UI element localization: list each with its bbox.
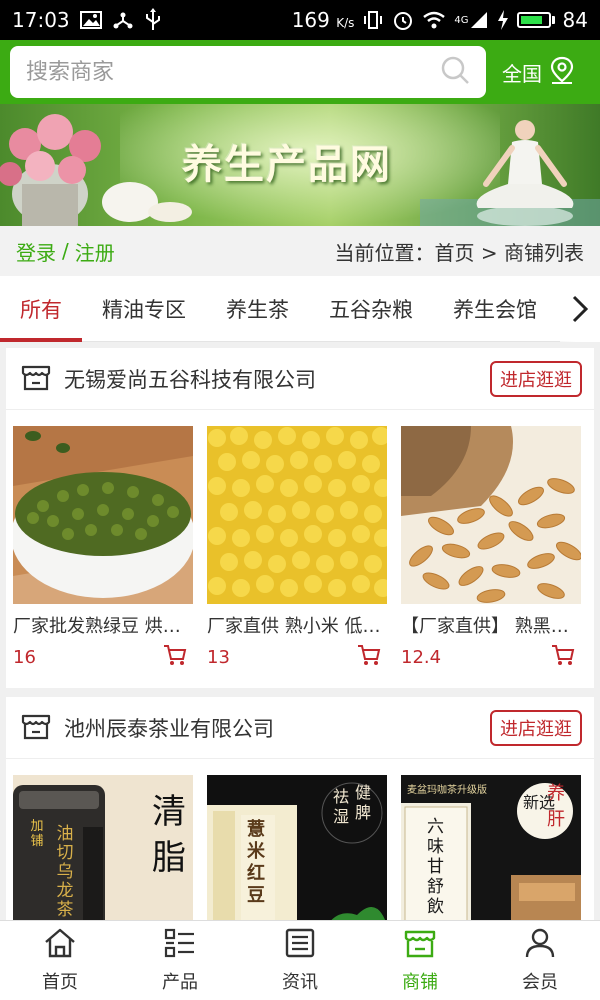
network-speed: 169 K/s xyxy=(291,8,355,32)
tea-slogan-text: 清脂 xyxy=(152,792,186,878)
nav-shops-label: 商铺 xyxy=(402,972,438,993)
login-separator: / xyxy=(62,239,69,263)
location-pin-icon xyxy=(548,55,576,90)
product-card[interactable]: 厂家批发熟绿豆 烘焙用绿豆 16 xyxy=(13,426,193,670)
status-time: 17:03 xyxy=(12,8,70,32)
share-icon xyxy=(112,9,134,31)
tab-all[interactable]: 所有 xyxy=(0,276,82,342)
product-card[interactable]: 【厂家直供】 熟黑燕麦 12.4 xyxy=(401,426,581,670)
nav-news[interactable]: 资讯 xyxy=(240,921,360,1000)
breadcrumb: 当前位置：首页 > 商铺列表 xyxy=(334,240,584,265)
product-card[interactable]: 清脂 加铺 油切乌龙茶 xyxy=(13,775,193,920)
image-icon xyxy=(79,10,102,30)
alarm-icon xyxy=(392,9,414,31)
product-image-oats[interactable] xyxy=(401,426,581,604)
shop-header[interactable]: 池州辰泰茶业有限公司 进店逛逛 xyxy=(6,697,594,759)
battery-icon xyxy=(516,12,555,28)
shop-icon xyxy=(20,710,52,746)
tea-package-text: 油切乌龙茶 xyxy=(56,824,74,920)
product-image-millet[interactable] xyxy=(207,426,387,604)
category-tabs: 所有 精油专区 养生茶 五谷杂粮 养生会馆 xyxy=(0,276,600,342)
shop-header[interactable]: 无锡爱尚五谷科技有限公司 进店逛逛 xyxy=(6,348,594,410)
shop-card: 无锡爱尚五谷科技有限公司 进店逛逛 厂家批发熟绿豆 烘焙用绿豆 xyxy=(6,348,594,688)
product-image-mung-beans[interactable] xyxy=(13,426,193,604)
enter-shop-button[interactable]: 进店逛逛 xyxy=(490,360,582,397)
tea-package-text: 六味甘舒飲 xyxy=(427,817,444,917)
nav-member-label: 会员 xyxy=(522,972,558,993)
product-name[interactable]: 厂家批发熟绿豆 烘焙用绿豆 xyxy=(13,612,193,638)
product-list: 清脂 加铺 油切乌龙茶 祛湿 健脾 薏米红豆 麦盆玛咖茶升级版 新选 养肝 六味… xyxy=(6,759,594,920)
product-name[interactable]: 厂家直供 熟小米 低温烘焙 xyxy=(207,612,387,638)
shop-name[interactable]: 无锡爱尚五谷科技有限公司 xyxy=(64,364,316,394)
list-icon xyxy=(163,927,197,964)
header: 全国 xyxy=(0,40,600,104)
cart-icon[interactable] xyxy=(163,644,187,670)
vibrate-icon xyxy=(362,9,384,31)
tab-essential-oil[interactable]: 精油专区 xyxy=(82,276,206,342)
shop-icon xyxy=(20,361,52,397)
tea-package-text: 薏米红豆 xyxy=(247,819,265,906)
product-card[interactable]: 祛湿 健脾 薏米红豆 xyxy=(207,775,387,920)
charging-icon xyxy=(497,10,509,30)
tab-health-club[interactable]: 养生会馆 xyxy=(433,276,557,342)
login-link[interactable]: 登录 xyxy=(16,237,56,266)
nav-products[interactable]: 产品 xyxy=(120,921,240,1000)
tea-benefit-text: 养肝 xyxy=(547,783,565,830)
battery-level: 84 xyxy=(562,8,588,32)
user-icon xyxy=(523,927,557,964)
status-bar: 17:03 169 K/s 4G 84 xyxy=(0,0,600,40)
enter-shop-button[interactable]: 进店逛逛 xyxy=(490,709,582,746)
cart-icon[interactable] xyxy=(551,644,575,670)
chevron-right-icon[interactable] xyxy=(560,276,600,342)
nav-member[interactable]: 会员 xyxy=(480,921,600,1000)
home-icon xyxy=(43,927,77,964)
shop-card: 池州辰泰茶业有限公司 进店逛逛 清脂 加铺 油切乌龙茶 祛湿 健脾 薏米红豆 麦… xyxy=(6,697,594,920)
nav-shops[interactable]: 商铺 xyxy=(360,921,480,1000)
product-list: 厂家批发熟绿豆 烘焙用绿豆 16 xyxy=(6,410,594,670)
search-icon[interactable] xyxy=(440,55,470,89)
product-name[interactable]: 【厂家直供】 熟黑燕麦 xyxy=(401,612,581,638)
register-link[interactable]: 注册 xyxy=(75,237,115,266)
product-image-liver-tea[interactable]: 麦盆玛咖茶升级版 新选 养肝 六味甘舒飲 xyxy=(401,775,581,920)
region-selector[interactable]: 全国 xyxy=(502,55,576,90)
product-card[interactable]: 麦盆玛咖茶升级版 新选 养肝 六味甘舒飲 xyxy=(401,775,581,920)
wifi-icon xyxy=(422,10,446,30)
nav-home[interactable]: 首页 xyxy=(0,921,120,1000)
shop-icon xyxy=(403,927,437,964)
tea-benefit-text: 祛湿 xyxy=(333,787,350,826)
promo-banner[interactable]: 养生产品网 xyxy=(0,104,600,226)
usb-icon xyxy=(144,8,162,32)
tea-benefit-text: 健脾 xyxy=(355,783,372,822)
product-price: 12.4 xyxy=(401,646,442,668)
tab-grains[interactable]: 五谷杂粮 xyxy=(309,276,433,342)
breadcrumb-bar: 登录 / 注册 当前位置：首页 > 商铺列表 xyxy=(0,226,600,276)
bottom-nav: 首页 产品 资讯 商铺 会员 xyxy=(0,920,600,1000)
shop-name[interactable]: 池州辰泰茶业有限公司 xyxy=(64,713,274,743)
product-price: 16 xyxy=(13,646,36,668)
news-icon xyxy=(283,927,317,964)
tab-health-tea[interactable]: 养生茶 xyxy=(206,276,309,342)
product-price: 13 xyxy=(207,646,230,668)
nav-products-label: 产品 xyxy=(162,972,198,993)
product-card[interactable]: 厂家直供 熟小米 低温烘焙 13 xyxy=(207,426,387,670)
nav-home-label: 首页 xyxy=(42,972,78,993)
banner-title: 养生产品网 xyxy=(182,142,392,188)
tea-box-header: 麦盆玛咖茶升级版 xyxy=(407,785,487,796)
search-input[interactable] xyxy=(26,59,440,85)
cart-icon[interactable] xyxy=(357,644,381,670)
search-box[interactable] xyxy=(10,46,486,98)
signal-icon: 4G xyxy=(454,10,488,30)
product-image-oolong-tea[interactable]: 清脂 加铺 油切乌龙茶 xyxy=(13,775,193,920)
region-label: 全国 xyxy=(502,61,542,86)
nav-news-label: 资讯 xyxy=(282,972,318,993)
product-image-barley-tea[interactable]: 祛湿 健脾 薏米红豆 xyxy=(207,775,387,920)
tea-tag-text: 加铺 xyxy=(30,819,44,849)
